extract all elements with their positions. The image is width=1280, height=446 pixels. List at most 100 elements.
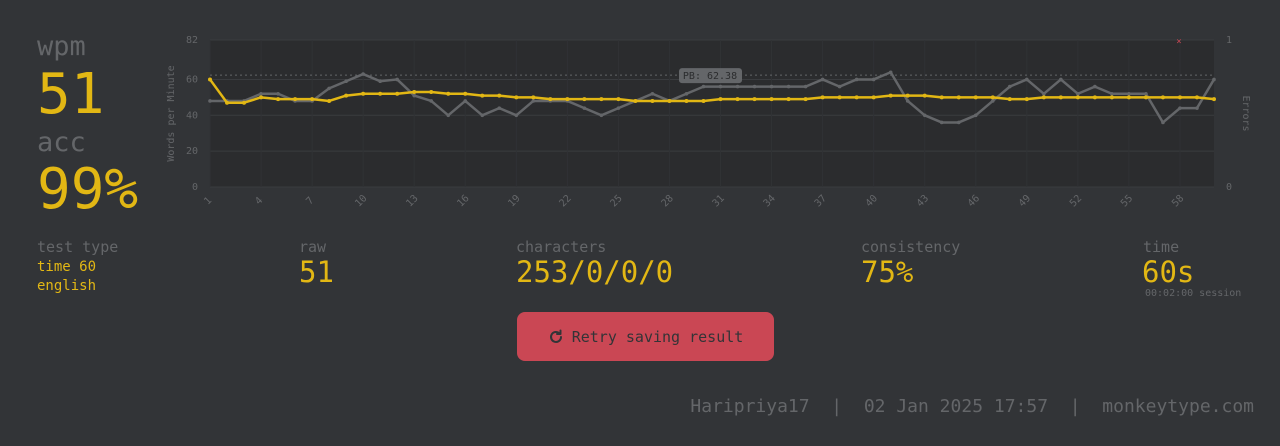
wpm-point [803, 97, 808, 102]
wpm-point [752, 97, 757, 102]
x-tick-label: 34 [762, 193, 778, 209]
wpm-chart[interactable]: 020406082011 4 7 10 13 16 19 22 25 28 31 34 37 40 43 46… [160, 28, 1260, 228]
x-tick-label: 52 [1068, 193, 1084, 209]
raw-point [650, 91, 655, 96]
raw-point [1025, 77, 1029, 82]
raw-point [905, 99, 910, 103]
wpm-point [412, 89, 417, 94]
raw-point [956, 120, 961, 125]
wpm-point [1126, 95, 1131, 100]
footer-datetime: 02 Jan 2025 17:57 [863, 396, 1049, 417]
x-tick-label: 16 [455, 193, 471, 209]
x-tick-label: 13 [404, 193, 420, 209]
wpm-point [633, 98, 638, 103]
raw-point [803, 84, 808, 89]
footer-info: Haripriya17 | 02 Jan 2025 17:57 | monkey… [690, 395, 1254, 419]
x-tick-label: 22 [557, 193, 573, 209]
wpm-point [225, 100, 230, 105]
raw-point [1042, 91, 1046, 96]
session-time: 00:02:00 session [1145, 288, 1242, 299]
x-tick-label: 1 [202, 195, 214, 207]
wpm-point [735, 97, 740, 102]
raw-point [480, 113, 485, 118]
raw-point [769, 84, 774, 89]
x-tick-label: 25 [608, 193, 624, 209]
raw-point [1093, 84, 1097, 89]
x-tick-label: 43 [915, 193, 931, 209]
y-tick-label: 40 [186, 110, 198, 121]
wpm-point [973, 95, 978, 100]
retry-saving-button[interactable]: Retry saving result [517, 312, 774, 361]
wpm-point [820, 95, 825, 100]
plot-background [210, 40, 1214, 187]
test-type-language: english [37, 278, 97, 294]
x-tick-label: 49 [1017, 193, 1033, 209]
wpm-point [259, 95, 264, 100]
time-value: 60s [1142, 255, 1195, 289]
raw-point [497, 106, 502, 110]
raw-point [718, 84, 723, 89]
raw-point [701, 84, 706, 89]
wpm-point [293, 97, 298, 102]
y2-tick-label: 0 [1226, 182, 1232, 193]
raw-point [939, 120, 944, 125]
raw-point [1127, 91, 1131, 96]
raw-point [531, 99, 536, 103]
raw-point [786, 84, 791, 89]
wpm-point [327, 98, 332, 103]
wpm-point [1177, 95, 1182, 100]
wpm-point [616, 97, 621, 102]
wpm-point [684, 98, 689, 103]
chart-grid [209, 39, 1214, 188]
footer-separator: | [831, 396, 843, 417]
wpm-point [514, 95, 519, 100]
x-tick-label: 37 [813, 193, 829, 209]
wpm-point [429, 89, 434, 94]
raw-point [361, 72, 365, 76]
raw-point [344, 79, 348, 84]
test-type-mode: time 60 [37, 259, 97, 275]
raw-value: 51 [299, 255, 334, 289]
raw-point [752, 84, 757, 89]
wpm-point [1143, 95, 1148, 100]
raw-point [837, 84, 842, 89]
retry-saving-label: Retry saving result [571, 327, 744, 346]
wpm-point [310, 97, 315, 102]
pb-label: PB: 62.38 [683, 71, 737, 82]
wpm-point [1194, 95, 1199, 100]
y-tick-label: 0 [192, 182, 198, 193]
wpm-point [1041, 95, 1046, 100]
wpm-point [1160, 95, 1165, 100]
wpm-point [769, 97, 774, 102]
raw-point [1076, 91, 1080, 96]
wpm-point [922, 93, 927, 98]
footer-site: monkeytype.com [1102, 396, 1254, 417]
wpm-point [463, 91, 468, 96]
x-tick-label: 31 [711, 193, 727, 209]
raw-point [684, 91, 689, 96]
wpm-point [1109, 95, 1114, 100]
raw-point [208, 99, 212, 103]
wpm-point [208, 77, 212, 82]
y-tick-label: 20 [186, 146, 198, 157]
wpm-point [786, 97, 791, 102]
raw-point [616, 106, 621, 110]
y-tick-label: 82 [186, 35, 198, 46]
wpm-point [361, 91, 366, 96]
wpm-point [1075, 95, 1080, 100]
wpm-point [599, 97, 604, 102]
raw-point [1195, 106, 1199, 110]
raw-point [854, 77, 859, 82]
raw-point [429, 99, 434, 103]
raw-point [1212, 77, 1216, 82]
wpm-point [497, 93, 502, 98]
wpm-point [939, 95, 944, 100]
wpm-label: wpm [37, 31, 86, 62]
x-tick-label: 28 [660, 193, 676, 209]
wpm-point [395, 91, 400, 96]
raw-point [922, 113, 927, 118]
raw-point [820, 77, 825, 82]
raw-point [1110, 91, 1114, 96]
raw-point [514, 113, 519, 118]
y-axis-title: Words per Minute [166, 65, 177, 161]
